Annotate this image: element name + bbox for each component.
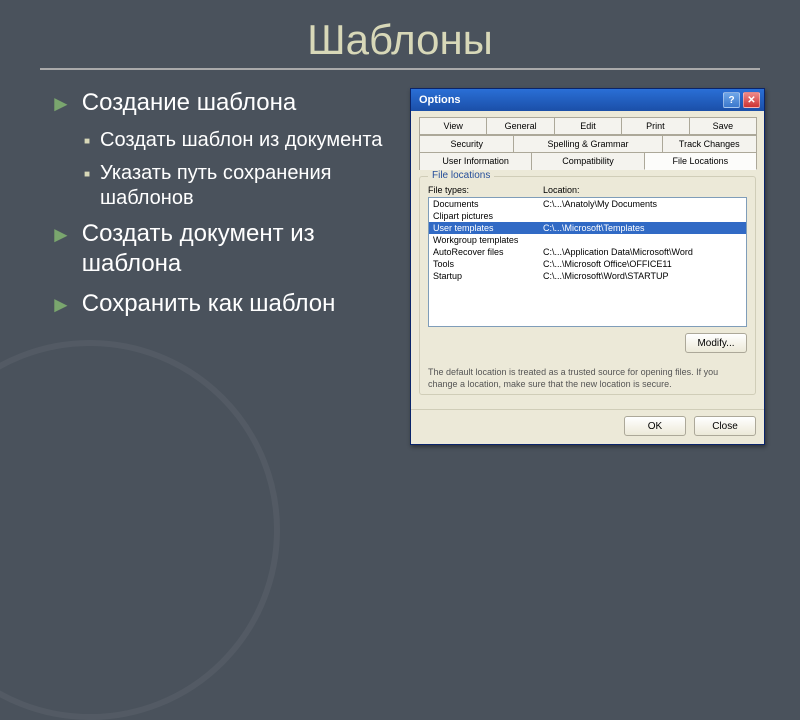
bullet-list: ► Создание шаблона ■ Создать шаблон из д… — [50, 88, 400, 445]
list-item[interactable]: ToolsC:\...\Microsoft Office\OFFICE11 — [429, 258, 746, 270]
sub-bullet-item: ■ Создать шаблон из документа — [84, 128, 400, 153]
square-icon: ■ — [84, 136, 90, 149]
group-label: File locations — [428, 170, 494, 181]
modify-button[interactable]: Modify... — [685, 333, 747, 353]
bullet-text: Создание шаблона — [82, 88, 296, 118]
title-divider — [40, 68, 760, 70]
list-item[interactable]: AutoRecover filesC:\...\Application Data… — [429, 246, 746, 258]
list-item[interactable]: StartupC:\...\Microsoft\Word\STARTUP — [429, 270, 746, 282]
bullet-text: Создать шаблон из документа — [100, 128, 382, 153]
dialog-title: Options — [419, 94, 461, 106]
close-button[interactable]: ✕ — [743, 92, 760, 108]
bullet-item: ► Создать документ из шаблона — [50, 219, 400, 279]
tab-print[interactable]: Print — [621, 117, 689, 135]
square-icon: ■ — [84, 169, 90, 182]
help-text: The default location is treated as a tru… — [428, 367, 747, 390]
bullet-text: Указать путь сохранения шаблонов — [100, 161, 400, 211]
file-types-list[interactable]: DocumentsC:\...\Anatoly\My Documents Cli… — [428, 197, 747, 327]
tab-file-locations[interactable]: File Locations — [644, 152, 757, 170]
tab-edit[interactable]: Edit — [554, 117, 622, 135]
ok-button[interactable]: OK — [624, 416, 686, 436]
list-item[interactable]: Clipart pictures — [429, 210, 746, 222]
list-item[interactable]: DocumentsC:\...\Anatoly\My Documents — [429, 198, 746, 210]
tab-security[interactable]: Security — [419, 135, 514, 152]
arrow-icon: ► — [50, 291, 72, 319]
arrow-icon: ► — [50, 221, 72, 249]
tab-save[interactable]: Save — [689, 117, 757, 135]
tab-track-changes[interactable]: Track Changes — [662, 135, 757, 152]
list-item[interactable]: User templatesC:\...\Microsoft\Templates — [429, 222, 746, 234]
tab-compatibility[interactable]: Compatibility — [531, 152, 644, 170]
close-footer-button[interactable]: Close — [694, 416, 756, 436]
tab-user-information[interactable]: User Information — [419, 152, 532, 170]
tab-view[interactable]: View — [419, 117, 487, 135]
column-header-types: File types: — [428, 185, 543, 195]
tab-spelling-grammar[interactable]: Spelling & Grammar — [513, 135, 662, 152]
tab-strip: View General Edit Print Save Security Sp… — [419, 117, 756, 170]
column-header-location: Location: — [543, 185, 580, 195]
list-item[interactable]: Workgroup templates — [429, 234, 746, 246]
bullet-item: ► Создание шаблона — [50, 88, 400, 118]
tab-general[interactable]: General — [486, 117, 554, 135]
slide-title: Шаблоны — [0, 0, 800, 68]
bullet-text: Сохранить как шаблон — [82, 289, 336, 319]
bullet-item: ► Сохранить как шаблон — [50, 289, 400, 319]
options-dialog: Options ? ✕ View General Edit Print Save… — [410, 88, 765, 445]
help-button[interactable]: ? — [723, 92, 740, 108]
bullet-text: Создать документ из шаблона — [82, 219, 400, 279]
sub-bullet-item: ■ Указать путь сохранения шаблонов — [84, 161, 400, 211]
arrow-icon: ► — [50, 90, 72, 118]
titlebar[interactable]: Options ? ✕ — [411, 89, 764, 111]
file-locations-group: File locations File types: Location: Doc… — [419, 176, 756, 395]
